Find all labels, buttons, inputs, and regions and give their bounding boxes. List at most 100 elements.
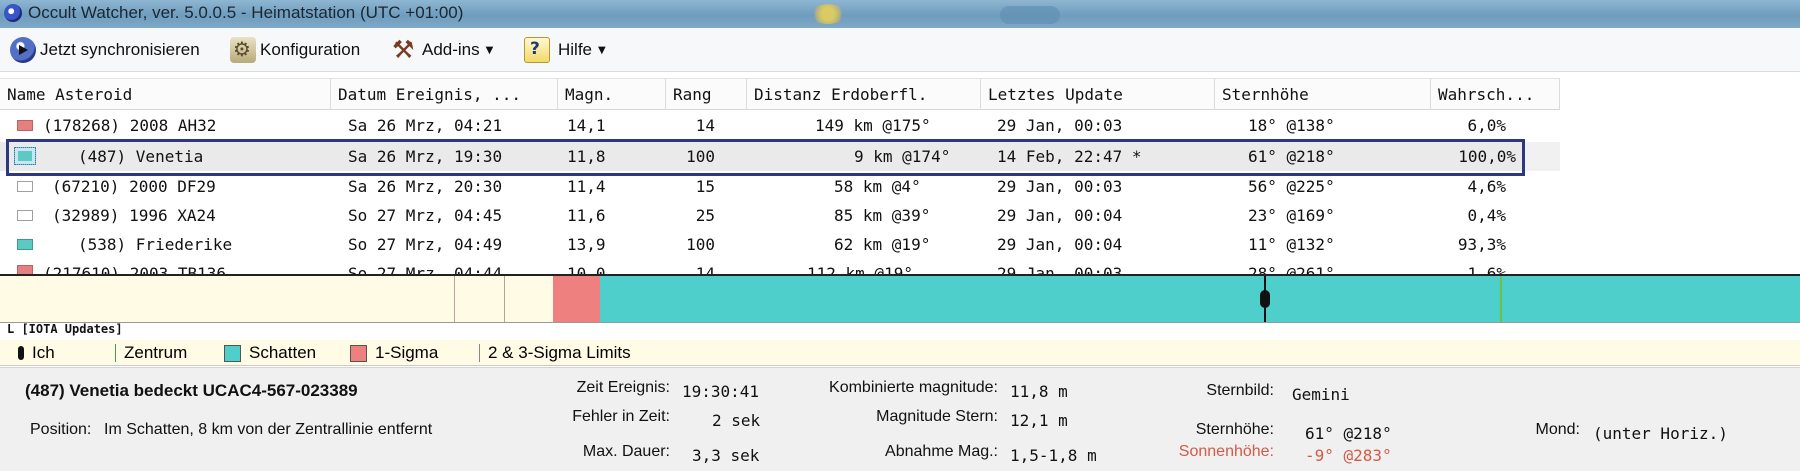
track-legend: Ich Zentrum Schatten 1-Sigma 2 & 3-Sigma… bbox=[0, 340, 1800, 366]
color-swatch bbox=[17, 265, 33, 274]
last-update: 29 Jan, 00:03 bbox=[997, 177, 1123, 196]
help-menu-button[interactable]: Hilfe ▼ bbox=[524, 37, 606, 63]
probability: 6,0% bbox=[1467, 116, 1506, 135]
table-row[interactable]: (178268) 2008 AH32 Sa 26 Mrz, 04:21 14,1… bbox=[0, 111, 1560, 140]
asteroid-name: (178268) 2008 AH32 bbox=[43, 116, 217, 135]
column-header-star-altitude[interactable]: Sternhöhe bbox=[1215, 79, 1431, 110]
table-row-partial[interactable]: (217610) 2003 TB136 So 27 Mrz, 04:44 10,… bbox=[0, 265, 1560, 274]
rank: 14 bbox=[695, 116, 715, 135]
iota-updates-label: L [IOTA Updates] bbox=[7, 322, 123, 336]
legend-item-me: Ich bbox=[18, 343, 55, 363]
sigma-limit-icon bbox=[479, 344, 480, 362]
last-update: 29 Jan, 00:04 bbox=[997, 206, 1123, 225]
sigma-limit-line bbox=[454, 276, 455, 322]
asteroid-name: (67210) 2000 DF29 bbox=[52, 177, 216, 196]
title-bar-background-decoration bbox=[1000, 6, 1060, 24]
last-update: 29 Jan, 00:03 bbox=[997, 116, 1123, 135]
config-button[interactable]: Konfiguration bbox=[230, 37, 360, 63]
color-swatch bbox=[17, 210, 33, 221]
event-heading: (487) Venetia bedeckt UCAC4-567-023389 bbox=[25, 381, 358, 400]
color-swatch bbox=[17, 120, 33, 131]
column-header-probability[interactable]: Wahrsch... bbox=[1431, 79, 1560, 110]
title-bar: Occult Watcher, ver. 5.0.0.5 - Heimatsta… bbox=[0, 0, 1800, 28]
table-row[interactable]: (67210) 2000 DF29 Sa 26 Mrz, 20:30 11,4 … bbox=[0, 172, 1560, 201]
star-altitude: 23° @169° bbox=[1248, 206, 1335, 225]
config-label: Konfiguration bbox=[260, 40, 361, 59]
probability: 4,6% bbox=[1467, 177, 1506, 196]
moon-value: (unter Horiz.) bbox=[1593, 424, 1728, 443]
occult-watcher-icon[interactable] bbox=[4, 4, 22, 22]
table-row[interactable]: (32989) 1996 XA24 So 27 Mrz, 04:45 11,6 … bbox=[0, 201, 1560, 230]
position-label: Position: bbox=[30, 421, 92, 438]
config-icon bbox=[230, 37, 256, 63]
probability: 0,4% bbox=[1467, 206, 1506, 225]
addins-label: Add-ins bbox=[422, 40, 480, 59]
column-header-date[interactable]: Datum Ereignis, ... bbox=[331, 79, 558, 110]
probability: 1,6% bbox=[1436, 265, 1506, 274]
duration-value: 3,3 sek bbox=[692, 446, 760, 465]
help-label: Hilfe bbox=[558, 40, 593, 59]
star-altitude: 56° @225° bbox=[1248, 177, 1335, 196]
event-details-panel: (487) Venetia bedeckt UCAC4-567-023389 P… bbox=[0, 367, 1800, 471]
legend-label: Zentrum bbox=[124, 343, 188, 362]
legend-item-limits: 2 & 3-Sigma Limits bbox=[479, 343, 631, 363]
star-altitude: 18° @138° bbox=[1248, 116, 1335, 135]
distance: 62 km @19° bbox=[834, 235, 931, 254]
chevron-down-icon: ▼ bbox=[598, 44, 606, 56]
table-header: Name Asteroid Datum Ereignis, ... Magn. … bbox=[0, 78, 1560, 110]
row-extension bbox=[1525, 142, 1560, 171]
column-header-last-update[interactable]: Letztes Update bbox=[981, 79, 1215, 110]
observer-marker-icon bbox=[18, 346, 24, 360]
legend-label: Schatten bbox=[249, 343, 317, 362]
combined-mag-label: Kombinierte magnitude: bbox=[829, 379, 998, 396]
column-header-name[interactable]: Name Asteroid bbox=[0, 79, 331, 110]
sync-label: Jetzt synchronisieren bbox=[40, 40, 200, 59]
tools-icon bbox=[392, 35, 418, 64]
event-date: Sa 26 Mrz, 20:30 bbox=[348, 177, 503, 196]
center-line bbox=[1500, 276, 1502, 322]
duration-label: Max. Dauer: bbox=[582, 443, 670, 460]
shadow-path-track[interactable] bbox=[0, 274, 1800, 323]
sync-button[interactable]: Jetzt synchronisieren bbox=[10, 37, 200, 63]
event-date: So 27 Mrz, 04:49 bbox=[348, 235, 503, 254]
sync-icon bbox=[10, 37, 36, 63]
asteroid-name: (32989) 1996 XA24 bbox=[52, 206, 216, 225]
magnitude: 10,0 bbox=[567, 265, 606, 274]
drop-label: Abnahme Mag.: bbox=[885, 443, 998, 460]
star-mag-label: Magnitude Stern: bbox=[876, 408, 998, 425]
drop-value: 1,5-1,8 m bbox=[1010, 446, 1097, 465]
shadow-band bbox=[600, 276, 1800, 322]
sigma1-band bbox=[553, 276, 600, 322]
combined-mag-value: 11,8 m bbox=[1010, 382, 1068, 401]
constellation-value: Gemini bbox=[1292, 385, 1350, 404]
position-value: Im Schatten, 8 km von der Zentrallinie e… bbox=[104, 421, 433, 438]
column-header-rank[interactable]: Rang bbox=[666, 79, 747, 110]
distance: 112 km @19° bbox=[807, 265, 913, 274]
column-header-distance[interactable]: Distanz Erdoberfl. bbox=[747, 79, 981, 110]
selection-frame bbox=[6, 139, 1525, 176]
constellation-label: Sternbild: bbox=[1206, 382, 1274, 399]
magnitude: 11,4 bbox=[567, 177, 606, 196]
center-line-icon bbox=[115, 344, 116, 362]
sun-altitude-value: -9° @283° bbox=[1305, 446, 1392, 465]
observer-marker-icon bbox=[1260, 290, 1270, 308]
addins-menu-button[interactable]: Add-ins ▼ bbox=[392, 35, 494, 64]
legend-item-center: Zentrum bbox=[115, 343, 187, 363]
column-header-magnitude[interactable]: Magn. bbox=[558, 79, 666, 110]
sun-altitude-label: Sonnenhöhe: bbox=[1178, 443, 1274, 460]
event-date: So 27 Mrz, 04:44 bbox=[348, 265, 502, 274]
distance: 85 km @39° bbox=[834, 206, 931, 225]
title-bar-background-decoration bbox=[810, 4, 846, 24]
list-empty-area bbox=[1560, 72, 1800, 272]
star-altitude-label: Sternhöhe: bbox=[1195, 421, 1274, 438]
legend-item-shadow: Schatten bbox=[224, 343, 316, 363]
table-row[interactable]: (538) Friederike So 27 Mrz, 04:49 13,9 1… bbox=[0, 230, 1560, 259]
help-icon bbox=[524, 37, 550, 63]
chevron-down-icon: ▼ bbox=[485, 44, 494, 56]
rank: 14 bbox=[679, 265, 715, 274]
magnitude: 14,1 bbox=[567, 116, 606, 135]
probability: 93,3% bbox=[1457, 235, 1506, 254]
moon-label: Mond: bbox=[1535, 421, 1580, 438]
legend-label: 1-Sigma bbox=[375, 343, 439, 362]
asteroid-name: (217610) 2003 TB136 bbox=[43, 265, 226, 274]
